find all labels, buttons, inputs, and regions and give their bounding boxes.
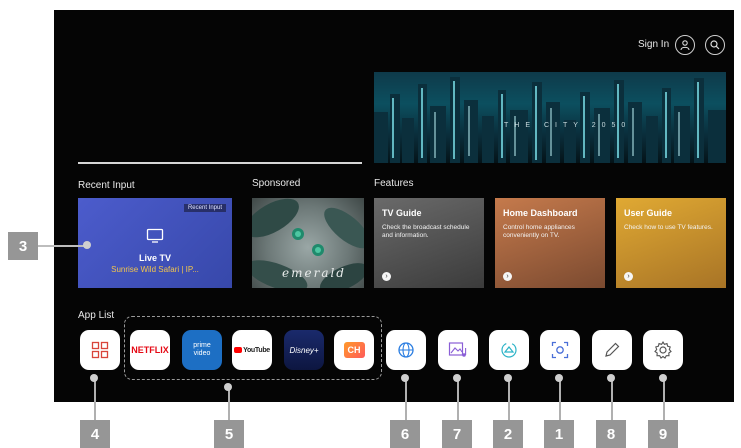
pencil-icon	[605, 342, 620, 357]
app-edit[interactable]	[592, 330, 632, 370]
app-screen-share[interactable]	[489, 330, 529, 370]
youtube-label: YouTube	[243, 346, 270, 354]
app-channels[interactable]: CH	[334, 330, 374, 370]
callout-marker-2: 2	[493, 420, 523, 448]
arrow-right-icon: ›	[503, 272, 512, 281]
feature-card-tv-guide[interactable]: TV Guide Check the broadcast schedule an…	[374, 198, 484, 288]
callout-dot-1	[555, 374, 563, 382]
callout-dot-7	[453, 374, 461, 382]
tv-home-screen: Sign In THE CITY 2050 Recent Input Spons…	[54, 10, 734, 402]
callout-marker-7: 7	[442, 420, 472, 448]
sponsored-text: emerald	[282, 266, 346, 280]
app-gallery-music[interactable]	[438, 330, 478, 370]
recent-input-card[interactable]: Recent Input Live TV Sunrise Wild Safari…	[78, 198, 232, 288]
callout-dot-4	[90, 374, 98, 382]
feature-desc: Check how to use TV features.	[624, 224, 713, 231]
callout-dot-5	[224, 383, 232, 391]
callout-line-9	[663, 378, 665, 422]
hero-title: THE CITY 2050	[504, 122, 632, 129]
search-icon	[710, 40, 720, 50]
hero-banner[interactable]: THE CITY 2050	[374, 72, 726, 163]
app-youtube[interactable]: YouTube	[232, 330, 272, 370]
callout-line-3	[38, 245, 86, 247]
app-list-label: App List	[78, 310, 115, 321]
callout-line-1	[559, 378, 561, 422]
live-tv-program: Sunrise Wild Safari | IP...	[111, 265, 199, 274]
section-divider	[78, 162, 362, 164]
app-disney-plus[interactable]: Disney+	[284, 330, 324, 370]
globe-icon	[398, 342, 414, 358]
arrow-right-icon: ›	[382, 272, 391, 281]
feature-title: Home Dashboard	[503, 208, 578, 218]
app-settings[interactable]	[643, 330, 683, 370]
disney-plus-label: Disney+	[289, 345, 319, 355]
callout-marker-5: 5	[214, 420, 244, 448]
features-label: Features	[374, 178, 414, 189]
callout-line-6	[405, 378, 407, 422]
callout-line-2	[508, 378, 510, 422]
callout-dot-3	[83, 241, 91, 249]
callout-dot-2	[504, 374, 512, 382]
callout-line-8	[611, 378, 613, 422]
search-button[interactable]	[705, 35, 725, 55]
callout-marker-6: 6	[390, 420, 420, 448]
callout-line-5	[228, 388, 230, 422]
feature-card-user-guide[interactable]: User Guide Check how to use TV features.…	[616, 198, 726, 288]
app-camera-capture[interactable]	[540, 330, 580, 370]
callout-marker-1: 1	[544, 420, 574, 448]
app-web-browser[interactable]	[386, 330, 426, 370]
callout-dot-9	[659, 374, 667, 382]
app-prime-video[interactable]: prime video	[182, 330, 222, 370]
sponsored-card[interactable]: emerald	[252, 198, 364, 288]
callout-marker-4: 4	[80, 420, 110, 448]
callout-line-4	[94, 378, 96, 422]
cast-icon	[501, 342, 517, 358]
feature-card-home-dashboard[interactable]: Home Dashboard Control home appliances c…	[495, 198, 605, 288]
callout-marker-9: 9	[648, 420, 678, 448]
recent-input-tag: Recent Input	[183, 204, 226, 212]
grid-icon	[91, 341, 109, 359]
feature-desc: Check the broadcast schedule and informa…	[382, 224, 470, 239]
callout-marker-3: 3	[8, 232, 38, 260]
feature-desc: Control home appliances conveniently on …	[503, 224, 575, 239]
city-skyline-image	[374, 77, 726, 163]
profile-button[interactable]	[675, 35, 695, 55]
sign-in-link[interactable]: Sign In	[638, 39, 669, 50]
sponsored-label: Sponsored	[252, 178, 301, 189]
screen-capture-icon	[551, 341, 569, 359]
recent-input-label: Recent Input	[78, 180, 135, 191]
netflix-label: NETFLIX	[131, 345, 169, 355]
callout-marker-8: 8	[596, 420, 626, 448]
gear-icon	[654, 340, 672, 359]
app-list-button[interactable]	[80, 330, 120, 370]
callout-dot-8	[607, 374, 615, 382]
arrow-right-icon: ›	[624, 272, 633, 281]
tv-icon	[146, 228, 164, 243]
person-icon	[680, 40, 690, 51]
live-tv-title: Live TV	[138, 253, 171, 263]
callout-line-7	[457, 378, 459, 422]
feature-title: TV Guide	[382, 208, 422, 218]
prime-video-label: prime video	[193, 342, 211, 357]
app-netflix[interactable]: NETFLIX	[130, 330, 170, 370]
feature-title: User Guide	[624, 208, 673, 218]
callout-dot-6	[401, 374, 409, 382]
gallery-music-icon	[448, 342, 467, 357]
youtube-play-icon	[234, 347, 243, 353]
ch-label: CH	[343, 342, 365, 358]
